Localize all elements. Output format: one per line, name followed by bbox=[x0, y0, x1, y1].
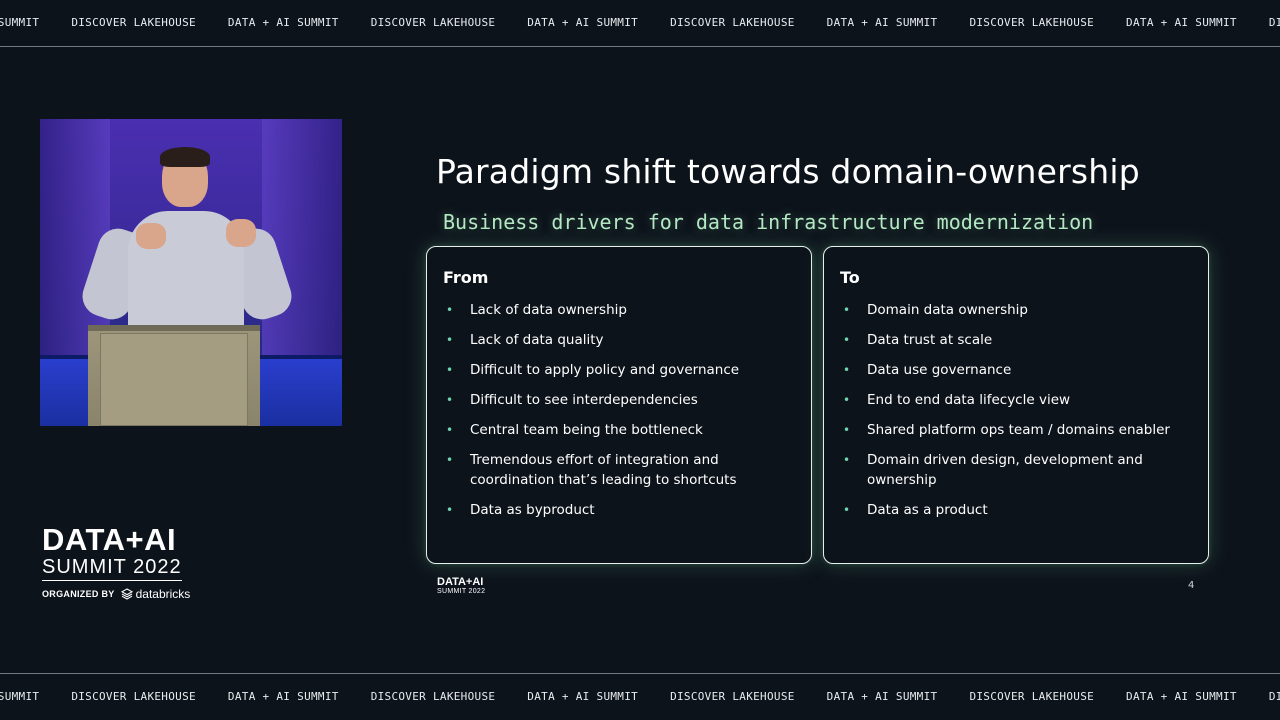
bullet-icon: • bbox=[843, 503, 851, 517]
to-card: To • Domain data ownership • Data trust at… bbox=[823, 246, 1209, 564]
speaker-hand-left bbox=[136, 223, 166, 249]
list-item-text: Difficult to apply policy and governance bbox=[470, 362, 740, 378]
list-item-text: Central team being the bottleneck bbox=[470, 422, 703, 438]
event-logo-title: DATA+AI bbox=[42, 522, 177, 557]
ticker-item: DATA + AI SUMMIT bbox=[1126, 16, 1237, 29]
speaker-hand-right bbox=[226, 219, 256, 247]
bullet-icon: • bbox=[446, 423, 454, 437]
list-item: • End to end data lifecycle view bbox=[840, 390, 1190, 410]
slide-subtitle: Business drivers for data infrastructure… bbox=[443, 210, 1094, 234]
ticker-item: DISCOVER LAKEHOUSE bbox=[71, 690, 196, 703]
list-item-text: Data trust at scale bbox=[867, 332, 993, 348]
slide-footer-logo: DATA+AI SUMMIT 2022 bbox=[437, 577, 485, 596]
ticker-item: DISCOVER LA bbox=[1268, 690, 1280, 703]
ticker-item: DATA + AI SUMMIT bbox=[826, 16, 938, 29]
bullet-icon: • bbox=[446, 453, 454, 467]
brand-name: databricks bbox=[135, 587, 191, 601]
ticker-item: DATA + AI SUMMIT bbox=[227, 16, 339, 29]
to-card-title: To bbox=[840, 268, 860, 287]
event-logo: DATA+AI SUMMIT 2022 ORGANIZED BY databri… bbox=[42, 524, 202, 601]
slide-page-number: 4 bbox=[1188, 580, 1195, 591]
list-item: • Data as a product bbox=[840, 500, 1190, 520]
list-item: • Difficult to apply policy and governanc… bbox=[443, 360, 793, 380]
ticker-track: AI SUMMIT DISCOVER LAKEHOUSE DATA + AI S… bbox=[0, 690, 1280, 703]
bullet-icon: • bbox=[446, 393, 454, 407]
bullet-icon: • bbox=[843, 423, 851, 437]
speaker-video[interactable] bbox=[40, 119, 342, 426]
top-ticker-banner: AI SUMMIT DISCOVER LAKEHOUSE DATA + AI S… bbox=[0, 0, 1280, 47]
list-item: • Data trust at scale bbox=[840, 330, 1190, 350]
event-logo-subtitle: SUMMIT 2022 bbox=[42, 556, 182, 581]
organized-by-label: ORGANIZED BY bbox=[42, 589, 115, 599]
ticker-item: DISCOVER LAKEHOUSE bbox=[969, 16, 1095, 29]
from-card: From • Lack of data ownership • Lack of da… bbox=[426, 246, 812, 564]
list-item-text: Domain data ownership bbox=[867, 302, 1028, 318]
list-item: • Central team being the bottleneck bbox=[443, 420, 793, 440]
list-item-text: Lack of data quality bbox=[470, 332, 604, 348]
slide-footer-logo-title: DATA+AI bbox=[437, 576, 484, 588]
speaker-hair bbox=[160, 147, 210, 167]
list-item-text: Data as byproduct bbox=[470, 502, 595, 518]
list-item-text: Data as a product bbox=[867, 502, 988, 518]
list-item-text: Data use governance bbox=[867, 362, 1012, 378]
list-item: • Lack of data quality bbox=[443, 330, 793, 350]
organizer-line: ORGANIZED BY databricks bbox=[42, 587, 202, 601]
list-item: • Shared platform ops team / domains enab… bbox=[840, 420, 1190, 440]
list-item: • Data as byproduct bbox=[443, 500, 793, 520]
bullet-icon: • bbox=[446, 303, 454, 317]
list-item-text: End to end data lifecycle view bbox=[867, 392, 1071, 408]
to-list: • Domain data ownership • Data trust at sc… bbox=[840, 300, 1190, 530]
bullet-icon: • bbox=[843, 453, 851, 467]
bullet-icon: • bbox=[446, 363, 454, 377]
bullet-icon: • bbox=[446, 333, 454, 347]
list-item-text: Difficult to see interdependencies bbox=[470, 392, 698, 408]
bullet-icon: • bbox=[843, 333, 851, 347]
ticker-item: AI SUMMIT bbox=[0, 16, 40, 29]
list-item: • Difficult to see interdependencies bbox=[443, 390, 793, 410]
ticker-item: AI SUMMIT bbox=[0, 690, 40, 703]
list-item-text: Tremendous effort of integration and coo… bbox=[470, 452, 737, 488]
list-item: • Tremendous effort of integration and co… bbox=[443, 450, 793, 490]
databricks-logo-icon bbox=[120, 588, 133, 600]
from-card-title: From bbox=[443, 268, 489, 287]
ticker-item: DISCOVER LAKEHOUSE bbox=[969, 690, 1095, 703]
ticker-item: DATA + AI SUMMIT bbox=[1126, 690, 1237, 703]
ticker-item: DISCOVER LAKEHOUSE bbox=[71, 16, 196, 29]
list-item-text: Lack of data ownership bbox=[470, 302, 627, 318]
bullet-icon: • bbox=[843, 393, 851, 407]
list-item-text: Domain driven design, development and ow… bbox=[867, 452, 1143, 488]
list-item: • Lack of data ownership bbox=[443, 300, 793, 320]
list-item: • Domain driven design, development and o… bbox=[840, 450, 1190, 490]
ticker-item: DATA + AI SUMMIT bbox=[227, 690, 339, 703]
podium-front-panel bbox=[100, 333, 248, 426]
ticker-item: DATA + AI SUMMIT bbox=[527, 690, 639, 703]
ticker-item: DISCOVER LAKEHOUSE bbox=[370, 16, 496, 29]
ticker-item: DISCOVER LA bbox=[1268, 16, 1280, 29]
bottom-ticker-banner: AI SUMMIT DISCOVER LAKEHOUSE DATA + AI S… bbox=[0, 673, 1280, 720]
list-item: • Data use governance bbox=[840, 360, 1190, 380]
ticker-item: DISCOVER LAKEHOUSE bbox=[670, 690, 795, 703]
list-item-text: Shared platform ops team / domains enabl… bbox=[867, 422, 1170, 438]
ticker-item: DISCOVER LAKEHOUSE bbox=[670, 16, 795, 29]
bullet-icon: • bbox=[446, 503, 454, 517]
slide-footer-logo-subtitle: SUMMIT 2022 bbox=[437, 588, 486, 595]
bullet-icon: • bbox=[843, 303, 851, 317]
slide-title: Paradigm shift towards domain-ownership bbox=[436, 152, 1140, 191]
from-list: • Lack of data ownership • Lack of data qu… bbox=[443, 300, 793, 530]
list-item: • Domain data ownership bbox=[840, 300, 1190, 320]
ticker-item: DATA + AI SUMMIT bbox=[527, 16, 639, 29]
ticker-track: AI SUMMIT DISCOVER LAKEHOUSE DATA + AI S… bbox=[0, 16, 1280, 29]
bullet-icon: • bbox=[843, 363, 851, 377]
ticker-item: DISCOVER LAKEHOUSE bbox=[370, 690, 496, 703]
ticker-item: DATA + AI SUMMIT bbox=[826, 690, 938, 703]
